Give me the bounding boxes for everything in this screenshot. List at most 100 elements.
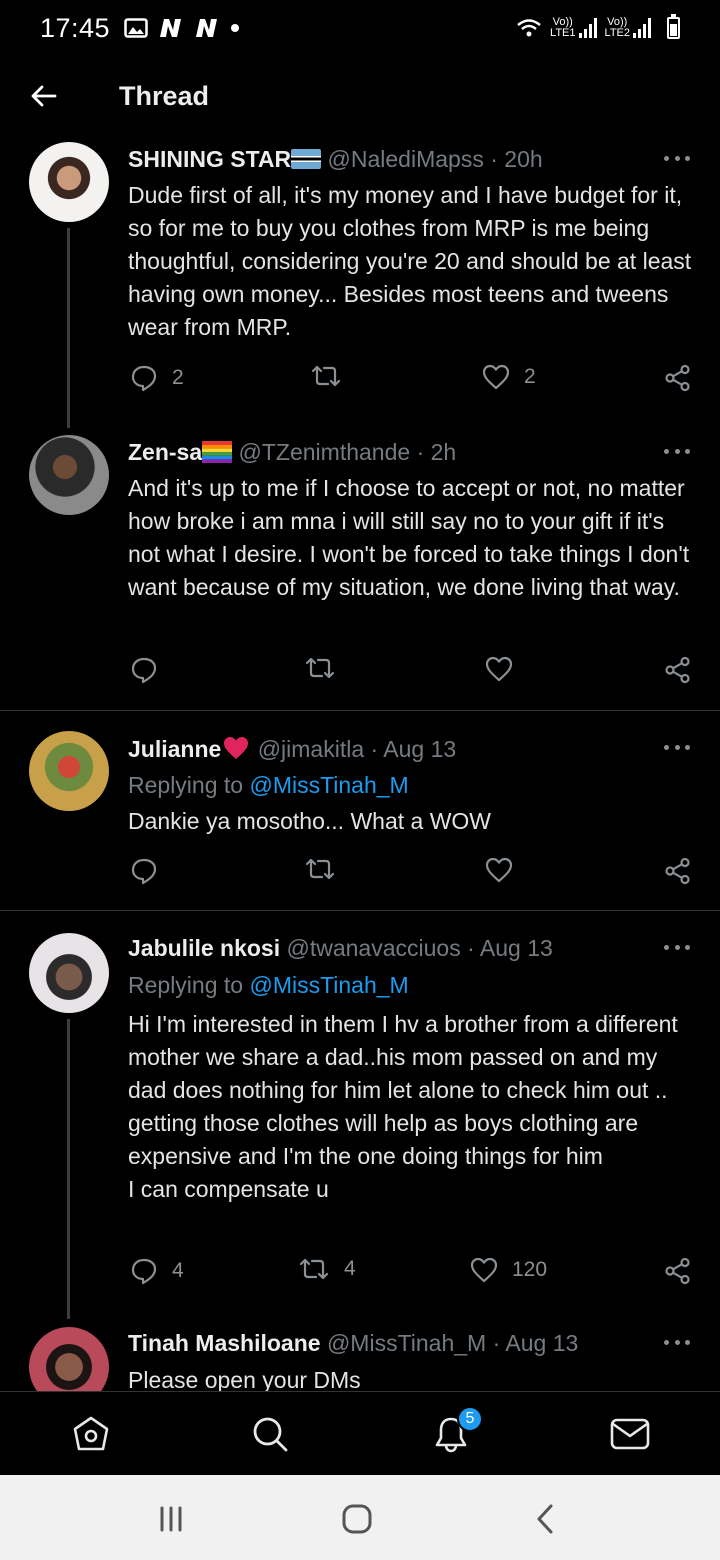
reply-icon	[131, 657, 157, 684]
tweet-time: Aug 13	[505, 1330, 579, 1356]
author-handle[interactable]: @MissTinah_M	[327, 1330, 486, 1356]
red-heart-icon	[224, 737, 249, 759]
recent-apps-button[interactable]	[154, 1502, 188, 1536]
thread-connector	[67, 228, 70, 428]
author-name[interactable]: Zen-sa	[128, 439, 202, 465]
author-name[interactable]: Tinah Mashiloane	[128, 1330, 321, 1356]
tweet[interactable]: Tinah Mashiloane @MissTinah_M · Aug 13 P…	[0, 1310, 720, 1391]
share-icon	[665, 364, 690, 392]
tweet[interactable]: SHINING STAR @NalediMapss · 20h Dude fir…	[0, 136, 720, 428]
tweet-header: Jabulile nkosi @twanavacciuos · Aug 13	[128, 935, 553, 961]
avatar[interactable]	[29, 435, 109, 515]
reply-count: 4	[172, 1259, 184, 1282]
tweet-header: Julianne @jimakitla · Aug 13	[128, 736, 457, 762]
tweet-actions: 2 2	[128, 364, 692, 400]
share-icon	[665, 857, 690, 885]
retweet-button[interactable]	[304, 656, 336, 680]
retweet-icon	[311, 365, 341, 387]
avatar[interactable]	[29, 731, 109, 811]
back-button[interactable]	[13, 66, 73, 126]
tweet-header: Zen-sa @TZenimthande · 2h	[128, 439, 457, 465]
heart-icon	[485, 656, 513, 682]
more-options-icon[interactable]	[664, 148, 690, 168]
nav-home-button[interactable]	[71, 1414, 111, 1454]
reply-button[interactable]	[130, 656, 158, 684]
home-button-icon	[342, 1504, 372, 1534]
like-button[interactable]: 2	[482, 364, 536, 390]
app-header: Thread	[0, 56, 720, 136]
retweet-button[interactable]	[310, 364, 356, 388]
notification-badge: 5	[457, 1406, 483, 1432]
arrow-left-icon	[31, 85, 57, 107]
author-name[interactable]: Julianne	[128, 736, 221, 762]
like-button[interactable]	[485, 857, 513, 883]
botswana-flag-icon	[291, 149, 322, 169]
tweet-header: SHINING STAR @NalediMapss · 20h	[128, 146, 543, 172]
avatar[interactable]	[29, 933, 109, 1013]
tweet-header: Tinah Mashiloane @MissTinah_M · Aug 13	[128, 1330, 579, 1356]
n-app-icon	[160, 19, 182, 37]
retweet-button[interactable]: 4	[298, 1257, 356, 1281]
author-handle[interactable]: @twanavacciuos	[287, 935, 461, 961]
battery-icon	[667, 14, 680, 39]
like-button[interactable]	[485, 656, 513, 682]
wifi-icon	[517, 19, 541, 37]
retweet-button[interactable]	[304, 857, 336, 881]
tweet-text: And it's up to me if I choose to accept …	[128, 475, 690, 600]
retweet-icon	[305, 858, 335, 880]
retweet-icon	[299, 1258, 329, 1280]
author-handle[interactable]: @NalediMapss	[328, 146, 484, 172]
more-options-icon[interactable]	[664, 1332, 690, 1352]
tweet-time: 20h	[504, 146, 543, 172]
share-button[interactable]	[664, 656, 692, 684]
heart-icon	[485, 857, 513, 883]
nav-search-button[interactable]	[250, 1414, 290, 1454]
system-back-button[interactable]	[528, 1502, 562, 1536]
tweet-actions	[128, 656, 692, 692]
tweet[interactable]: Zen-sa @TZenimthande · 2h And it's up to…	[0, 421, 720, 710]
tweet-text: Dude first of all, it's my money and I h…	[128, 182, 692, 340]
mention-link[interactable]: @MissTinah_M	[249, 972, 408, 998]
heart-icon	[470, 1257, 498, 1283]
author-handle[interactable]: @TZenimthande	[239, 439, 411, 465]
tweet-time: Aug 13	[479, 935, 553, 961]
avatar[interactable]	[29, 1327, 109, 1391]
tweet[interactable]: Julianne @jimakitla · Aug 13 Replying to…	[0, 710, 720, 910]
share-button[interactable]	[664, 1257, 692, 1285]
tweet-text: Please open your DMs	[128, 1367, 361, 1391]
reply-button[interactable]	[130, 857, 158, 885]
replying-to: Replying to @MissTinah_M	[128, 972, 409, 998]
home-icon	[73, 1416, 109, 1451]
like-count: 120	[512, 1258, 548, 1281]
thread-timeline[interactable]: SHINING STAR @NalediMapss · 20h Dude fir…	[0, 136, 720, 1391]
reply-icon	[131, 1258, 157, 1285]
system-navigation-bar	[0, 1475, 720, 1560]
status-time: 17:45	[40, 12, 111, 43]
tweet-actions	[128, 857, 692, 893]
share-button[interactable]	[664, 857, 692, 885]
mention-link[interactable]: @MissTinah_M	[249, 772, 408, 798]
retweet-icon	[305, 657, 335, 679]
reply-icon	[131, 365, 157, 392]
home-button[interactable]	[340, 1502, 374, 1536]
sim2-signal: Vo)) LTE2	[605, 17, 651, 39]
share-button[interactable]	[664, 364, 692, 392]
avatar[interactable]	[29, 142, 109, 222]
reply-count: 2	[172, 366, 184, 389]
nav-messages-button[interactable]	[610, 1414, 650, 1454]
reply-button[interactable]: 2	[130, 364, 184, 392]
author-name[interactable]: SHINING STAR	[128, 146, 291, 172]
nav-notifications-button[interactable]: 5	[431, 1406, 483, 1454]
more-options-icon[interactable]	[664, 441, 690, 461]
reply-button[interactable]: 4	[130, 1257, 184, 1285]
author-name[interactable]: Jabulile nkosi	[128, 935, 280, 961]
more-options-icon[interactable]	[664, 937, 690, 957]
tweet[interactable]: Jabulile nkosi @twanavacciuos · Aug 13 R…	[0, 910, 720, 1319]
search-icon	[253, 1417, 288, 1452]
messages-icon	[610, 1418, 650, 1450]
n-app-icon	[196, 19, 218, 37]
tweet-time: Aug 13	[383, 736, 457, 762]
author-handle[interactable]: @jimakitla	[258, 736, 364, 762]
more-options-icon[interactable]	[664, 737, 690, 757]
like-button[interactable]: 120	[470, 1257, 547, 1283]
